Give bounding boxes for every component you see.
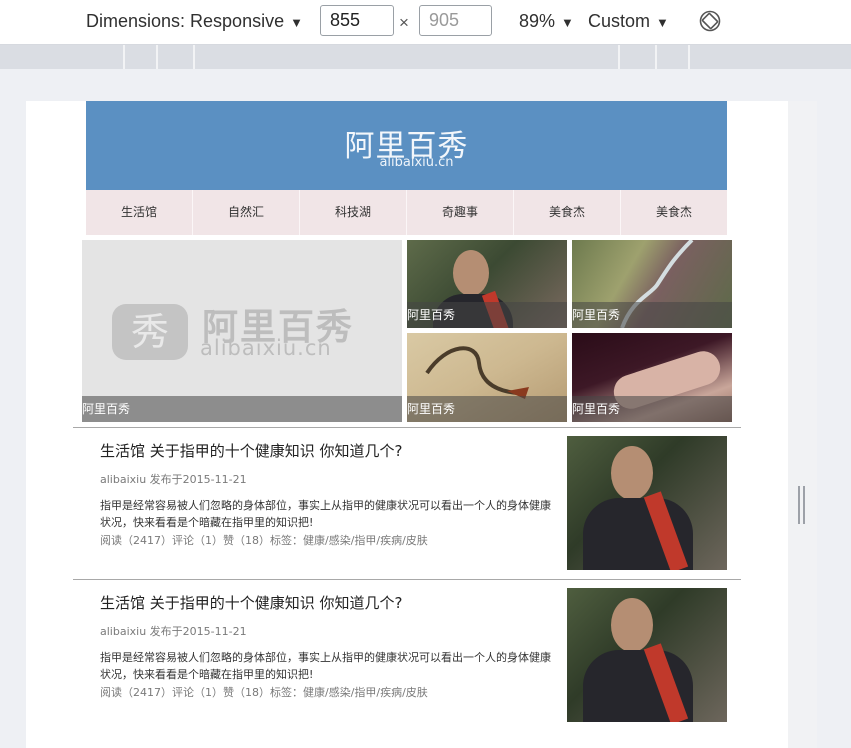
width-input[interactable]: 855 [320, 5, 394, 36]
watermark-subtext: alibaixiu.cn [200, 336, 332, 360]
featured-image-fingernail[interactable]: 阿里百秀 [572, 333, 732, 422]
gallery-caption: 阿里百秀 [407, 396, 567, 422]
featured-image-snake[interactable]: 阿里百秀 [407, 333, 567, 422]
nav-item-shenghuoguan[interactable]: 生活馆 [86, 190, 192, 235]
rotate-icon[interactable] [699, 10, 721, 32]
gallery-caption: 阿里百秀 [407, 302, 567, 328]
device-toolbar: Dimensions: Responsive ▼ 855 × 905 89% ▼ C… [0, 0, 851, 45]
zoom-dropdown[interactable]: 89% ▼ [519, 11, 574, 32]
throttle-dropdown[interactable]: Custom ▼ [588, 11, 669, 32]
article-meta: alibaixiu 发布于2015-11-21 [100, 625, 247, 638]
nav-item-qiqushi[interactable]: 奇趣事 [406, 190, 513, 235]
article-title[interactable]: 生活馆 关于指甲的十个健康知识 你知道几个? [100, 592, 403, 613]
article-stats: 阅读（2417）评论（1）赞（18）标签：健康/感染/指甲/疾病/皮肤 [100, 686, 428, 699]
media-query-ruler[interactable] [0, 45, 851, 69]
article-item[interactable]: 生活馆 关于指甲的十个健康知识 你知道几个? alibaixiu 发布于2015… [73, 428, 741, 580]
watermark-logo-icon: 秀 [112, 304, 188, 360]
site-logo-subtitle: alibaixiu.cn [379, 155, 454, 170]
article-meta: alibaixiu 发布于2015-11-21 [100, 473, 247, 486]
article-summary: 指甲是经常容易被人们忽略的身体部位，事实上从指甲的健康状况可以看出一个人的身体健… [100, 499, 551, 529]
nav-item-meishijie-2[interactable]: 美食杰 [620, 190, 727, 235]
zoom-caret-icon: ▼ [561, 15, 574, 30]
main-nav: 生活馆 自然汇 科技湖 奇趣事 美食杰 美食杰 [86, 190, 727, 235]
throttle-caret-icon: ▼ [656, 15, 669, 30]
nav-item-ziranhui[interactable]: 自然汇 [192, 190, 299, 235]
dimensions-dropdown[interactable]: Dimensions: Responsive ▼ [86, 11, 303, 32]
article-title[interactable]: 生活馆 关于指甲的十个健康知识 你知道几个? [100, 440, 403, 461]
featured-image-satellite[interactable]: 阿里百秀 [572, 240, 732, 328]
dimensions-caret-icon: ▼ [290, 15, 303, 30]
height-input[interactable]: 905 [419, 5, 492, 36]
article-thumbnail[interactable] [567, 436, 727, 570]
viewport-gutter [788, 101, 817, 748]
nav-item-meishijie[interactable]: 美食杰 [513, 190, 620, 235]
nav-item-kejihu[interactable]: 科技湖 [299, 190, 406, 235]
featured-image-portrait[interactable]: 阿里百秀 [407, 240, 567, 328]
gallery-caption: 阿里百秀 [82, 396, 402, 422]
site-header: 阿里百秀 alibaixiu.cn [86, 101, 727, 190]
article-item[interactable]: 生活馆 关于指甲的十个健康知识 你知道几个? alibaixiu 发布于2015… [73, 580, 741, 732]
article-thumbnail[interactable] [567, 588, 727, 722]
resize-handle[interactable] [798, 486, 800, 524]
dimensions-label: Dimensions: Responsive [86, 11, 285, 31]
gallery-caption: 阿里百秀 [572, 302, 732, 328]
resize-handle[interactable] [803, 486, 805, 524]
page-viewport: 阿里百秀 alibaixiu.cn 生活馆 自然汇 科技湖 奇趣事 美食杰 美食… [26, 101, 788, 748]
times-symbol: × [399, 13, 409, 32]
throttle-label: Custom [588, 11, 651, 31]
article-stats: 阅读（2417）评论（1）赞（18）标签：健康/感染/指甲/疾病/皮肤 [100, 534, 428, 547]
zoom-label: 89% [519, 11, 556, 31]
featured-image-large[interactable]: 秀 阿里百秀 alibaixiu.cn 阿里百秀 [82, 240, 402, 422]
gallery-caption: 阿里百秀 [572, 396, 732, 422]
article-summary: 指甲是经常容易被人们忽略的身体部位，事实上从指甲的健康状况可以看出一个人的身体健… [100, 651, 551, 681]
